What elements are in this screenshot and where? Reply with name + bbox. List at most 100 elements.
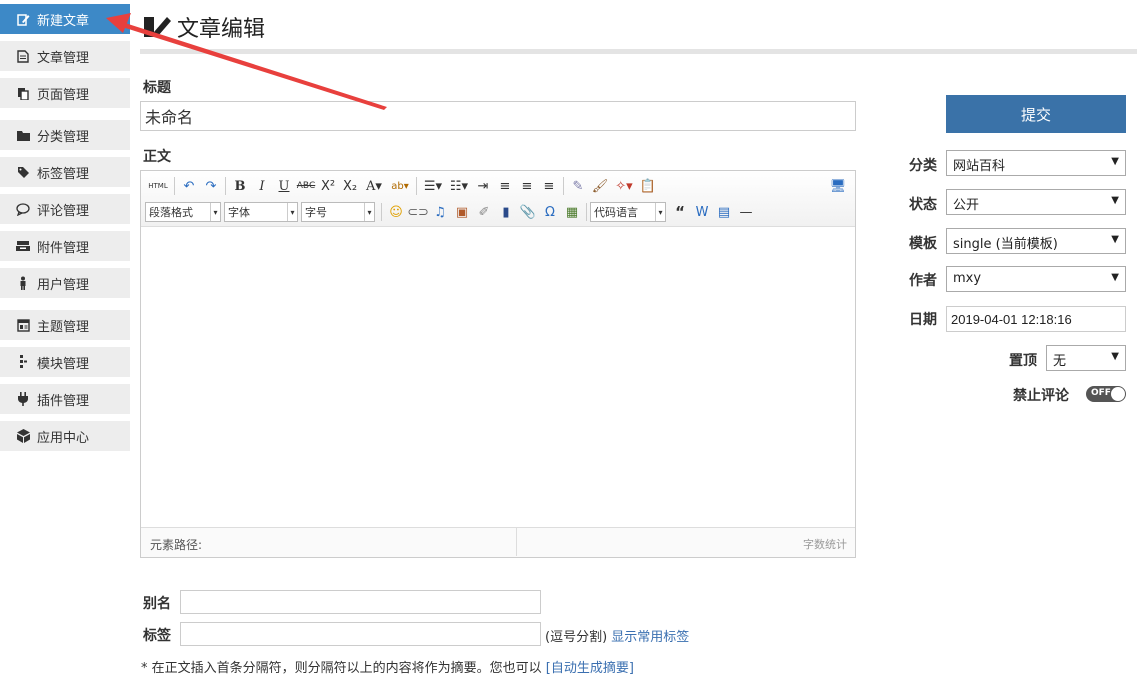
attachment-clip-icon[interactable]: 📎 <box>517 201 539 223</box>
summary-note: * 在正文插入首条分隔符，则分隔符以上的内容将作为摘要。您也可以 [自动生成摘要… <box>141 657 634 676</box>
sidebar-item-label: 主题管理 <box>37 319 90 335</box>
horizontal-rule-icon[interactable]: — <box>735 201 757 223</box>
toolbar-separator <box>381 203 382 221</box>
emoji-icon[interactable]: ☺ <box>385 201 407 223</box>
redo-icon[interactable]: ↷ <box>200 175 222 197</box>
superscript-icon[interactable]: X² <box>317 175 339 197</box>
table-icon[interactable]: ▤ <box>713 201 735 223</box>
sticky-value: 无 <box>1053 354 1067 369</box>
ordered-list-icon[interactable]: ☰▾ <box>420 175 446 197</box>
paste-text-icon[interactable]: 📋 <box>637 175 659 197</box>
magic-wand-icon[interactable]: ✧▾ <box>611 175 637 197</box>
toolbar-separator <box>416 177 417 195</box>
font-color-icon[interactable]: A▾ <box>361 175 387 197</box>
html-source-button[interactable]: HTML <box>145 175 171 197</box>
bold-icon[interactable]: B <box>229 175 251 197</box>
date-input[interactable] <box>946 306 1126 332</box>
element-path: 元素路径: <box>150 538 203 552</box>
template-label: 模板 <box>909 236 937 252</box>
indent-icon[interactable]: ⇥ <box>472 175 494 197</box>
sidebar-item-categories[interactable]: 分类管理 <box>0 120 130 150</box>
code-language-select[interactable]: 代码语言 ▾ <box>590 202 666 222</box>
title-input[interactable] <box>140 101 856 131</box>
template-value: single (当前模板) <box>953 237 1058 252</box>
toolbar-separator <box>586 203 587 221</box>
summary-note-text: * 在正文插入首条分隔符，则分隔符以上的内容将作为摘要。您也可以 <box>141 661 542 676</box>
app-center-icon <box>16 429 30 443</box>
alias-input[interactable] <box>180 590 541 614</box>
align-right-icon[interactable]: ≡ <box>538 175 560 197</box>
rich-text-editor: HTML ↶ ↷ B I U ABC X² X₂ A▾ ab▾ ☰▾ ☷▾ ⇥ … <box>140 170 856 558</box>
tags-hint-text: (逗号分割) <box>545 630 608 645</box>
date-label: 日期 <box>909 312 937 328</box>
italic-icon[interactable]: I <box>251 175 273 197</box>
chevron-down-icon: ▾ <box>210 203 220 221</box>
tags-input[interactable] <box>180 622 541 646</box>
plugin-icon <box>16 392 30 406</box>
author-value: mxy <box>953 271 982 286</box>
author-label: 作者 <box>909 273 937 289</box>
sidebar-item-attachments[interactable]: 附件管理 <box>0 231 130 261</box>
disable-comments-toggle[interactable]: OFF <box>1086 386 1126 402</box>
paragraph-format-select[interactable]: 段落格式 ▾ <box>145 202 221 222</box>
sidebar-item-app-center[interactable]: 应用中心 <box>0 421 130 451</box>
undo-icon[interactable]: ↶ <box>178 175 200 197</box>
sidebar-item-modules[interactable]: 模块管理 <box>0 347 130 377</box>
sidebar-item-new-post[interactable]: 新建文章 <box>0 4 130 34</box>
special-char-icon[interactable]: Ω <box>539 201 561 223</box>
word-import-icon[interactable]: W <box>691 201 713 223</box>
font-family-select[interactable]: 字体 ▾ <box>224 202 298 222</box>
align-left-icon[interactable]: ≡ <box>494 175 516 197</box>
tag-icon <box>16 165 30 179</box>
unordered-list-icon[interactable]: ☷▾ <box>446 175 472 197</box>
sidebar-item-comments[interactable]: 评论管理 <box>0 194 130 224</box>
sticky-select[interactable]: 无 ▼ <box>1046 345 1126 371</box>
status-select[interactable]: 公开 ▼ <box>946 189 1126 215</box>
status-value: 公开 <box>953 198 980 213</box>
paragraph-format-value: 段落格式 <box>149 206 193 219</box>
highlight-color-icon[interactable]: ab▾ <box>387 175 413 197</box>
align-center-icon[interactable]: ≡ <box>516 175 538 197</box>
toggle-state: OFF <box>1091 388 1111 398</box>
subscript-icon[interactable]: X₂ <box>339 175 361 197</box>
editor-content-area[interactable] <box>141 228 855 527</box>
music-icon[interactable]: ♫ <box>429 201 451 223</box>
sidebar-item-plugins[interactable]: 插件管理 <box>0 384 130 414</box>
underline-icon[interactable]: U <box>273 175 295 197</box>
disable-comments-label: 禁止评论 <box>1013 388 1069 404</box>
page-title: 文章编辑 <box>177 17 266 42</box>
submit-button[interactable]: 提交 <box>946 95 1126 133</box>
template-select[interactable]: single (当前模板) ▼ <box>946 228 1126 254</box>
category-select[interactable]: 网站百科 ▼ <box>946 150 1126 176</box>
toolbar-row-2: 段落格式 ▾ 字体 ▾ 字号 ▾ ☺ ⊂⊃ ♫ ▣ ✐ ▮ 📎 Ω ▦ 代码语言 ▾ “… <box>145 201 757 223</box>
image-icon[interactable]: ▣ <box>451 201 473 223</box>
editor-toolbar: HTML ↶ ↷ B I U ABC X² X₂ A▾ ab▾ ☰▾ ☷▾ ⇥ … <box>141 171 855 227</box>
video-icon[interactable]: ▮ <box>495 201 517 223</box>
format-brush-icon[interactable]: 🖌 <box>589 175 611 197</box>
module-icon <box>16 355 30 369</box>
strikethrough-icon[interactable]: ABC <box>295 175 317 197</box>
sidebar-item-posts[interactable]: 文章管理 <box>0 41 130 71</box>
blockquote-icon[interactable]: “ <box>669 201 691 223</box>
scrawl-icon[interactable]: ✐ <box>473 201 495 223</box>
sidebar-item-pages[interactable]: 页面管理 <box>0 78 130 108</box>
fullscreen-icon[interactable]: 🖥 <box>827 175 849 197</box>
sidebar-item-users[interactable]: 用户管理 <box>0 268 130 298</box>
alias-label: 别名 <box>143 596 171 612</box>
pages-icon <box>16 86 30 100</box>
eraser-icon[interactable]: ✎ <box>567 175 589 197</box>
font-size-select[interactable]: 字号 ▾ <box>301 202 375 222</box>
sticky-label: 置顶 <box>1009 353 1037 369</box>
code-language-value: 代码语言 <box>594 206 638 219</box>
sidebar-item-tags[interactable]: 标签管理 <box>0 157 130 187</box>
sidebar-item-themes[interactable]: 主题管理 <box>0 310 130 340</box>
sidebar-item-label: 应用中心 <box>37 430 90 446</box>
chevron-down-icon: ▼ <box>1111 195 1119 206</box>
show-common-tags-link[interactable]: 显示常用标签 <box>611 630 689 645</box>
editor-statusbar: 元素路径: 字数统计 <box>141 527 855 557</box>
link-icon[interactable]: ⊂⊃ <box>407 201 429 223</box>
author-select[interactable]: mxy ▼ <box>946 266 1126 292</box>
insert-frame-icon[interactable]: ▦ <box>561 201 583 223</box>
auto-summary-link[interactable]: [自动生成摘要] <box>546 661 634 676</box>
toolbar-row-1: HTML ↶ ↷ B I U ABC X² X₂ A▾ ab▾ ☰▾ ☷▾ ⇥ … <box>145 175 659 197</box>
